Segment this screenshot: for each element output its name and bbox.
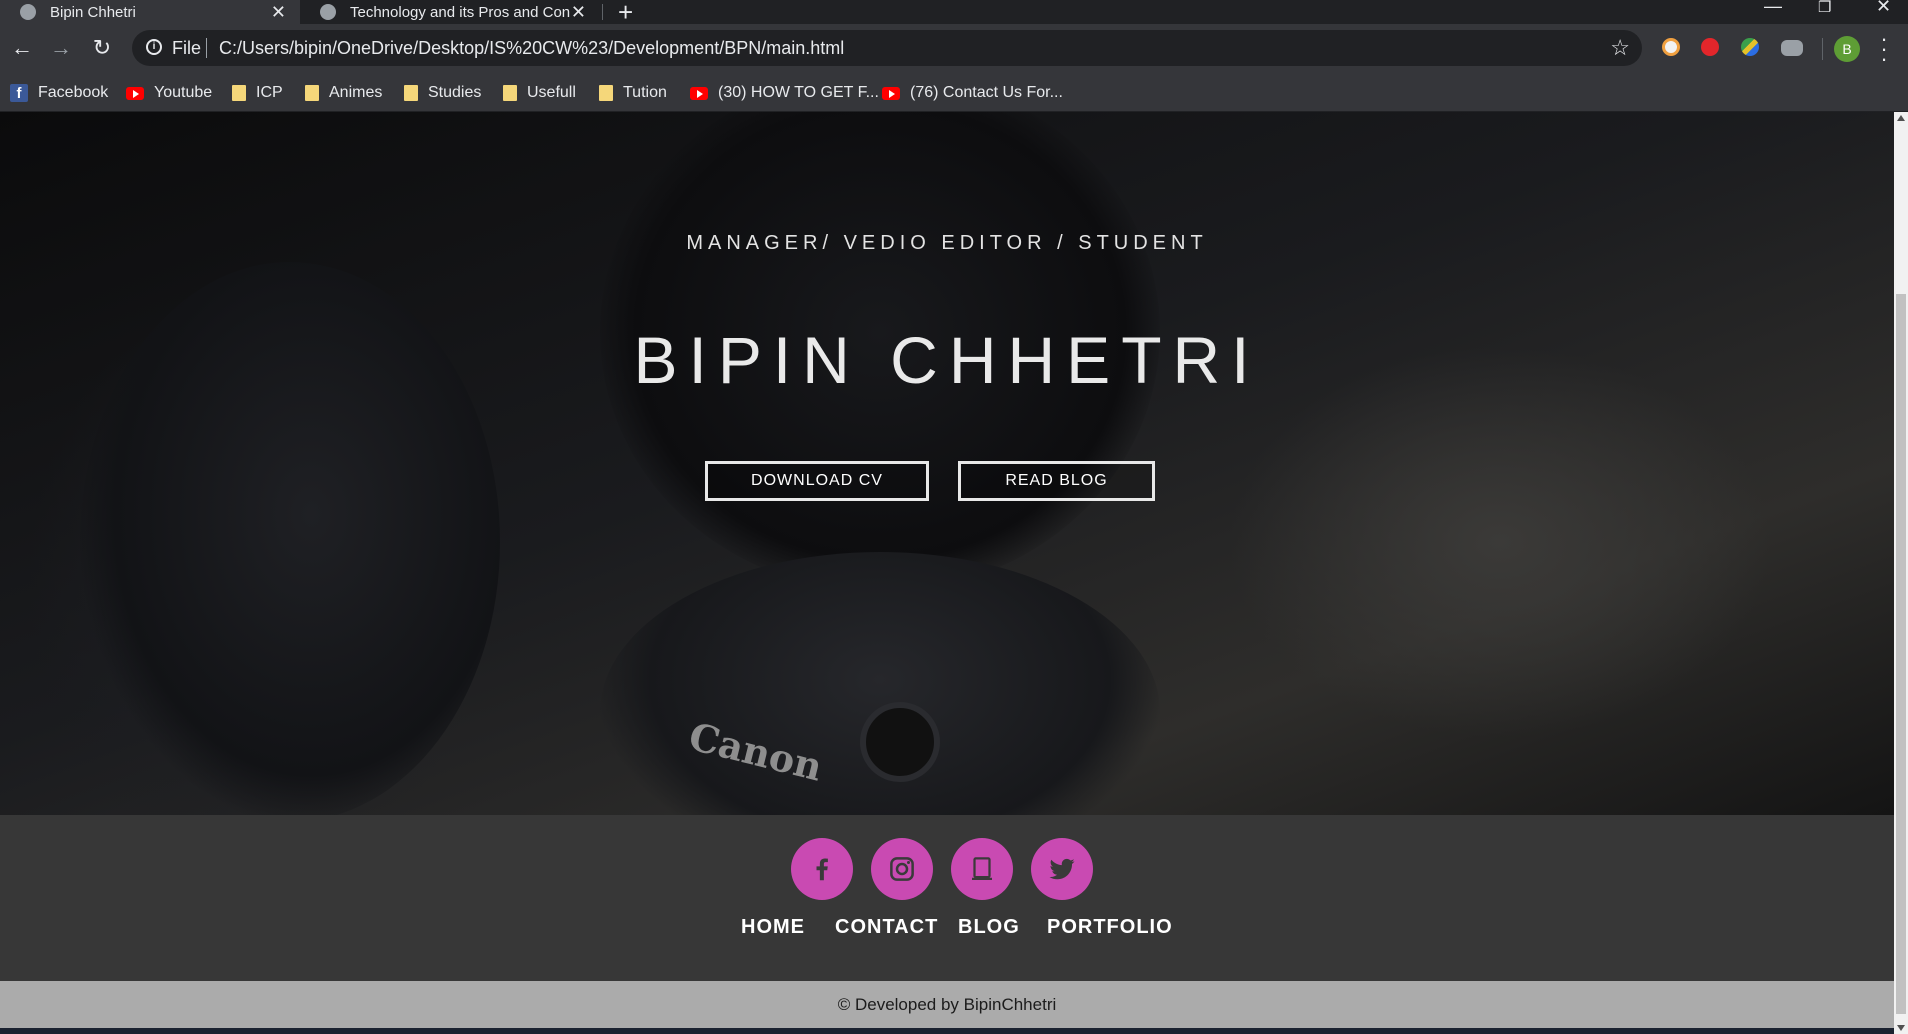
scroll-up-arrow-icon[interactable] bbox=[1897, 115, 1905, 121]
minimize-button[interactable]: — bbox=[1764, 0, 1782, 17]
scroll-down-arrow-icon[interactable] bbox=[1897, 1025, 1905, 1031]
globe-icon bbox=[320, 4, 336, 20]
scrollbar-thumb[interactable] bbox=[1896, 294, 1906, 1014]
web-page: Canon MANAGER/ VEDIO EDITOR / STUDENT BI… bbox=[0, 112, 1894, 1034]
folder-icon bbox=[232, 85, 246, 101]
tab-separator bbox=[602, 4, 603, 20]
tablet-social-button[interactable] bbox=[951, 838, 1013, 900]
reload-icon[interactable]: ↻ bbox=[88, 34, 116, 62]
address-bar[interactable]: i File C:/Users/bipin/OneDrive/Desktop/I… bbox=[132, 30, 1642, 66]
folder-icon bbox=[599, 85, 613, 101]
tab-bipin-chhetri[interactable]: Bipin Chhetri ✕ bbox=[0, 0, 300, 24]
bookmark-label: Facebook bbox=[38, 84, 109, 101]
bookmark-label: Youtube bbox=[154, 84, 213, 101]
close-tab-icon[interactable]: ✕ bbox=[271, 2, 286, 23]
adblock-extension-icon[interactable] bbox=[1701, 38, 1719, 56]
bookmark-folder-studies[interactable]: Studies bbox=[404, 74, 481, 112]
address-url[interactable]: C:/Users/bipin/OneDrive/Desktop/IS%20CW%… bbox=[219, 38, 844, 59]
bookmark-star-icon[interactable]: ☆ bbox=[1610, 35, 1630, 61]
hero-section: Canon MANAGER/ VEDIO EDITOR / STUDENT BI… bbox=[0, 112, 1894, 872]
extension-icon-3[interactable] bbox=[1741, 38, 1759, 56]
tab-strip: Bipin Chhetri ✕ Technology and its Pros … bbox=[0, 0, 1908, 27]
info-icon[interactable]: i bbox=[146, 39, 162, 55]
facebook-icon: f bbox=[10, 84, 28, 102]
footer-nav-portfolio[interactable]: PORTFOLIO bbox=[1047, 916, 1173, 939]
incognito-extension-icon[interactable] bbox=[1781, 40, 1803, 56]
profile-avatar[interactable]: B bbox=[1834, 36, 1860, 62]
forward-arrow-icon[interactable]: → bbox=[47, 34, 75, 62]
page-scrollbar[interactable] bbox=[1894, 112, 1908, 1034]
download-cv-button[interactable]: DOWNLOAD CV bbox=[705, 461, 929, 501]
camera-knob bbox=[860, 702, 940, 782]
bookmark-label: (30) HOW TO GET F... bbox=[718, 84, 879, 101]
taskbar-edge bbox=[0, 1028, 1894, 1034]
hero-name: BIPIN CHHETRI bbox=[633, 323, 1261, 397]
bookmark-label: (76) Contact Us For... bbox=[910, 84, 1063, 101]
bookmarks-bar: f Facebook Youtube ICP Animes Studies Use… bbox=[0, 74, 1908, 112]
copyright-bar: © Developed by BipinChhetri bbox=[0, 981, 1894, 1028]
address-scheme: File bbox=[172, 38, 202, 58]
bookmark-label: Tution bbox=[623, 84, 667, 101]
back-arrow-icon[interactable]: ← bbox=[8, 34, 36, 62]
browser-toolbar: ← → ↻ i File C:/Users/bipin/OneDrive/Des… bbox=[0, 24, 1908, 74]
youtube-icon bbox=[690, 86, 708, 100]
instagram-icon bbox=[890, 857, 914, 881]
bookmark-folder-animes[interactable]: Animes bbox=[305, 74, 382, 112]
read-blog-button[interactable]: READ BLOG bbox=[958, 461, 1155, 501]
close-window-button[interactable]: ✕ bbox=[1876, 0, 1891, 17]
bookmark-facebook[interactable]: f Facebook bbox=[10, 74, 108, 112]
bookmark-label: ICP bbox=[256, 84, 283, 101]
twitter-icon bbox=[1049, 858, 1075, 880]
facebook-icon bbox=[816, 858, 828, 881]
tab-title: Technology and its Pros and Cons bbox=[350, 3, 570, 21]
tablet-icon bbox=[972, 857, 992, 880]
folder-icon bbox=[305, 85, 319, 101]
hero-subtitle: MANAGER/ VEDIO EDITOR / STUDENT bbox=[686, 232, 1208, 254]
restore-button[interactable]: ❐ bbox=[1818, 0, 1831, 16]
bookmark-folder-usefull[interactable]: Usefull bbox=[503, 74, 576, 112]
tab-title: Bipin Chhetri bbox=[50, 3, 136, 21]
bookmark-label: Studies bbox=[428, 84, 482, 101]
bookmark-youtube[interactable]: Youtube bbox=[126, 74, 212, 112]
bookmark-folder-icp[interactable]: ICP bbox=[232, 74, 283, 112]
footer-nav-contact[interactable]: CONTACT bbox=[835, 916, 938, 939]
bookmark-label: Usefull bbox=[527, 84, 576, 101]
toolbar-divider bbox=[1822, 38, 1823, 60]
address-divider bbox=[206, 38, 207, 58]
folder-icon bbox=[404, 85, 418, 101]
close-tab-icon[interactable]: ✕ bbox=[571, 2, 586, 23]
facebook-social-button[interactable] bbox=[791, 838, 853, 900]
youtube-icon bbox=[126, 86, 144, 100]
tab-technology[interactable]: Technology and its Pros and Cons ✕ bbox=[300, 0, 600, 24]
footer-nav-blog[interactable]: BLOG bbox=[958, 916, 1020, 939]
twitter-social-button[interactable] bbox=[1031, 838, 1093, 900]
globe-icon bbox=[20, 4, 36, 20]
footer: HOME CONTACT BLOG PORTFOLIO bbox=[0, 815, 1894, 981]
browser-menu-icon[interactable]: · · · bbox=[1880, 28, 1888, 70]
bookmark-folder-tution[interactable]: Tution bbox=[599, 74, 667, 112]
extension-icon-1[interactable] bbox=[1662, 38, 1680, 56]
folder-icon bbox=[503, 85, 517, 101]
bookmark-label: Animes bbox=[329, 84, 383, 101]
youtube-icon bbox=[882, 86, 900, 100]
bookmark-how-to-get[interactable]: (30) HOW TO GET F... bbox=[690, 74, 879, 112]
footer-nav-home[interactable]: HOME bbox=[741, 916, 805, 939]
bookmark-contact-us[interactable]: (76) Contact Us For... bbox=[882, 74, 1063, 112]
instagram-social-button[interactable] bbox=[871, 838, 933, 900]
